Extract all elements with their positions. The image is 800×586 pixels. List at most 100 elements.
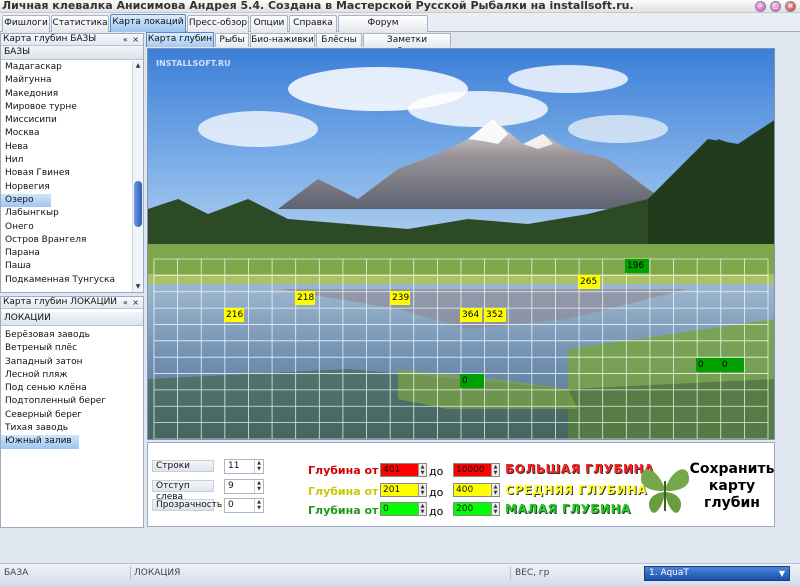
to-label: до [429,465,444,478]
base-list-item[interactable]: Лабынгкыр [1,207,143,220]
stepper-arrows-icon[interactable]: ▲ ▼ [418,503,426,515]
location-list-item[interactable]: Тихая заводь [1,422,143,435]
big-from-value: 401 [383,465,401,475]
close-icon[interactable]: × [785,1,796,12]
scroll-thumb[interactable] [134,181,142,227]
offset-stepper[interactable]: 9 ▲ ▼ [224,479,264,494]
big-depth-to-input[interactable]: 10000 ▲ ▼ [453,463,500,477]
location-list-item[interactable]: Берёзовая заводь [1,329,143,342]
location-list-item[interactable]: Южный залив [1,435,79,449]
tab-fishlogs[interactable]: Фишлоги [2,15,50,32]
base-list-item[interactable]: Нева [1,141,143,154]
small-depth-to-input[interactable]: 200 ▲ ▼ [453,502,500,516]
tab-angler-notes[interactable]: Заметки рыболова [363,33,451,57]
stepper-arrows-icon[interactable]: ▲ ▼ [491,503,499,515]
depth-cell[interactable]: 0 [720,358,744,372]
base-list-item[interactable]: Майгунна [1,74,143,87]
location-list-item[interactable]: Лесной пляж [1,369,143,382]
scroll-down-icon[interactable]: ▼ [134,283,142,291]
location-list-item[interactable]: Ветреный плёс [1,342,143,355]
depth-cell[interactable]: 352 [484,308,506,322]
base-list-item[interactable]: Москва [1,127,143,140]
minimize-icon[interactable]: – [755,1,766,12]
stepper-arrows-icon[interactable]: ▲ ▼ [254,460,263,473]
rows-stepper[interactable]: 11 ▲ ▼ [224,459,264,474]
medium-depth-to-input[interactable]: 400 ▲ ▼ [453,483,500,497]
base-list-item[interactable]: Мировое турне [1,101,143,114]
depth-cell[interactable]: 218 [295,291,315,305]
tab-help[interactable]: Справка [289,15,337,32]
medium-depth-from-input[interactable]: 201 ▲ ▼ [380,483,427,497]
medium-depth-name: СРЕДНЯЯ ГЛУБИНА [505,483,648,497]
depth-cell[interactable]: 265 [578,275,600,289]
small-from-value: 0 [383,504,389,514]
stepper-arrows-icon[interactable]: ▲ ▼ [254,480,263,493]
collapse-icon[interactable]: « × [123,297,140,308]
big-depth-from-label: Глубина от [308,464,379,477]
big-depth-from-input[interactable]: 401 ▲ ▼ [380,463,427,477]
status-location: ЛОКАЦИЯ [134,568,181,578]
location-list-item[interactable]: Под сенью клёна [1,382,143,395]
offset-value: 9 [228,481,234,491]
tab-spoons[interactable]: Блёсны [316,33,362,47]
depth-map[interactable]: INSTALLSOFT.RU 216 218 239 364 352 265 1… [147,48,775,440]
stepper-arrows-icon[interactable]: ▲ ▼ [491,464,499,476]
base-list-item[interactable]: Новая Гвинея [1,167,143,180]
depth-cell[interactable]: 239 [390,291,410,305]
main-tab-bar: Фишлоги Статистика Карта локаций Пресс-о… [0,13,800,43]
profile-dropdown[interactable]: 1. AquaT ▼ [644,566,790,581]
tab-press-review[interactable]: Пресс-обзор [187,15,249,32]
small-to-value: 200 [456,504,474,514]
collapse-icon[interactable]: « × [123,34,140,45]
base-list-item[interactable]: Норвегия [1,181,143,194]
depth-cell[interactable]: 0 [696,358,720,372]
tab-depth-map[interactable]: Карта глубин [146,32,214,47]
tab-forum[interactable]: Форум InstallSoft.ru [338,15,428,43]
base-list-item[interactable]: Нил [1,154,143,167]
base-list-item[interactable]: Онего [1,221,143,234]
tab-options[interactable]: Опции [250,15,288,32]
base-list-item[interactable]: Озеро [1,193,51,208]
medium-depth-from-label: Глубина от [308,485,379,498]
maximize-icon[interactable]: □ [770,1,781,12]
depth-cell[interactable]: 364 [460,308,482,322]
bases-column-header[interactable]: БАЗЫ [1,46,143,60]
base-list-item[interactable]: Паша [1,260,143,273]
base-list-item[interactable]: Подкаменная Тунгуска [1,274,143,287]
offset-label: Отступ слева [152,480,214,502]
base-list-item[interactable]: Миссисипи [1,114,143,127]
bases-scrollbar[interactable]: ▲ ▼ [132,61,143,292]
opacity-stepper[interactable]: 0 ▲ ▼ [224,498,264,513]
stepper-arrows-icon[interactable]: ▲ ▼ [418,464,426,476]
title-bar: Личная клевалка Анисимова Андрея 5.4. Со… [0,0,800,13]
locations-list: Берёзовая заводь Ветреный плёс Западный за… [1,329,143,527]
bases-panel-title: Карта глубин БАЗЫ [3,34,97,44]
stepper-arrows-icon[interactable]: ▲ ▼ [491,484,499,496]
base-list-item[interactable]: Остров Врангеля [1,234,143,247]
status-weight: ВЕС, гр [515,568,550,578]
depth-cell[interactable]: 0 [460,374,484,388]
location-list-item[interactable]: Подтопленный берег [1,395,143,408]
tab-bio-bait[interactable]: Био-наживки [250,33,315,47]
tab-location-map[interactable]: Карта локаций [110,14,186,32]
small-depth-from-label: Глубина от [308,504,379,517]
status-base: БАЗА [4,568,29,578]
base-list-item[interactable]: Мадагаскар [1,61,143,74]
scroll-up-icon[interactable]: ▲ [134,62,142,70]
small-depth-from-input[interactable]: 0 ▲ ▼ [380,502,427,516]
locations-column-header[interactable]: ЛОКАЦИИ [1,312,143,326]
depth-cell[interactable]: 216 [224,308,244,322]
depth-cell[interactable]: 196 [625,259,649,273]
locations-panel-title: Карта глубин ЛОКАЦИИ [3,297,118,307]
tab-fish[interactable]: Рыбы [215,33,249,47]
base-list-item[interactable]: Парана [1,247,143,260]
stepper-arrows-icon[interactable]: ▲ ▼ [418,484,426,496]
locations-panel: Карта глубин ЛОКАЦИИ « × ЛОКАЦИИ Берёзов… [0,296,144,528]
save-depth-map-button[interactable]: Сохранить карту глубин [635,455,775,519]
stepper-arrows-icon[interactable]: ▲ ▼ [254,499,263,512]
base-list-item[interactable]: Македония [1,88,143,101]
tab-statistics[interactable]: Статистика [51,15,109,32]
location-list-item[interactable]: Западный затон [1,356,143,369]
window-title: Личная клевалка Анисимова Андрея 5.4. Со… [2,0,634,12]
location-list-item[interactable]: Северный берег [1,409,143,422]
